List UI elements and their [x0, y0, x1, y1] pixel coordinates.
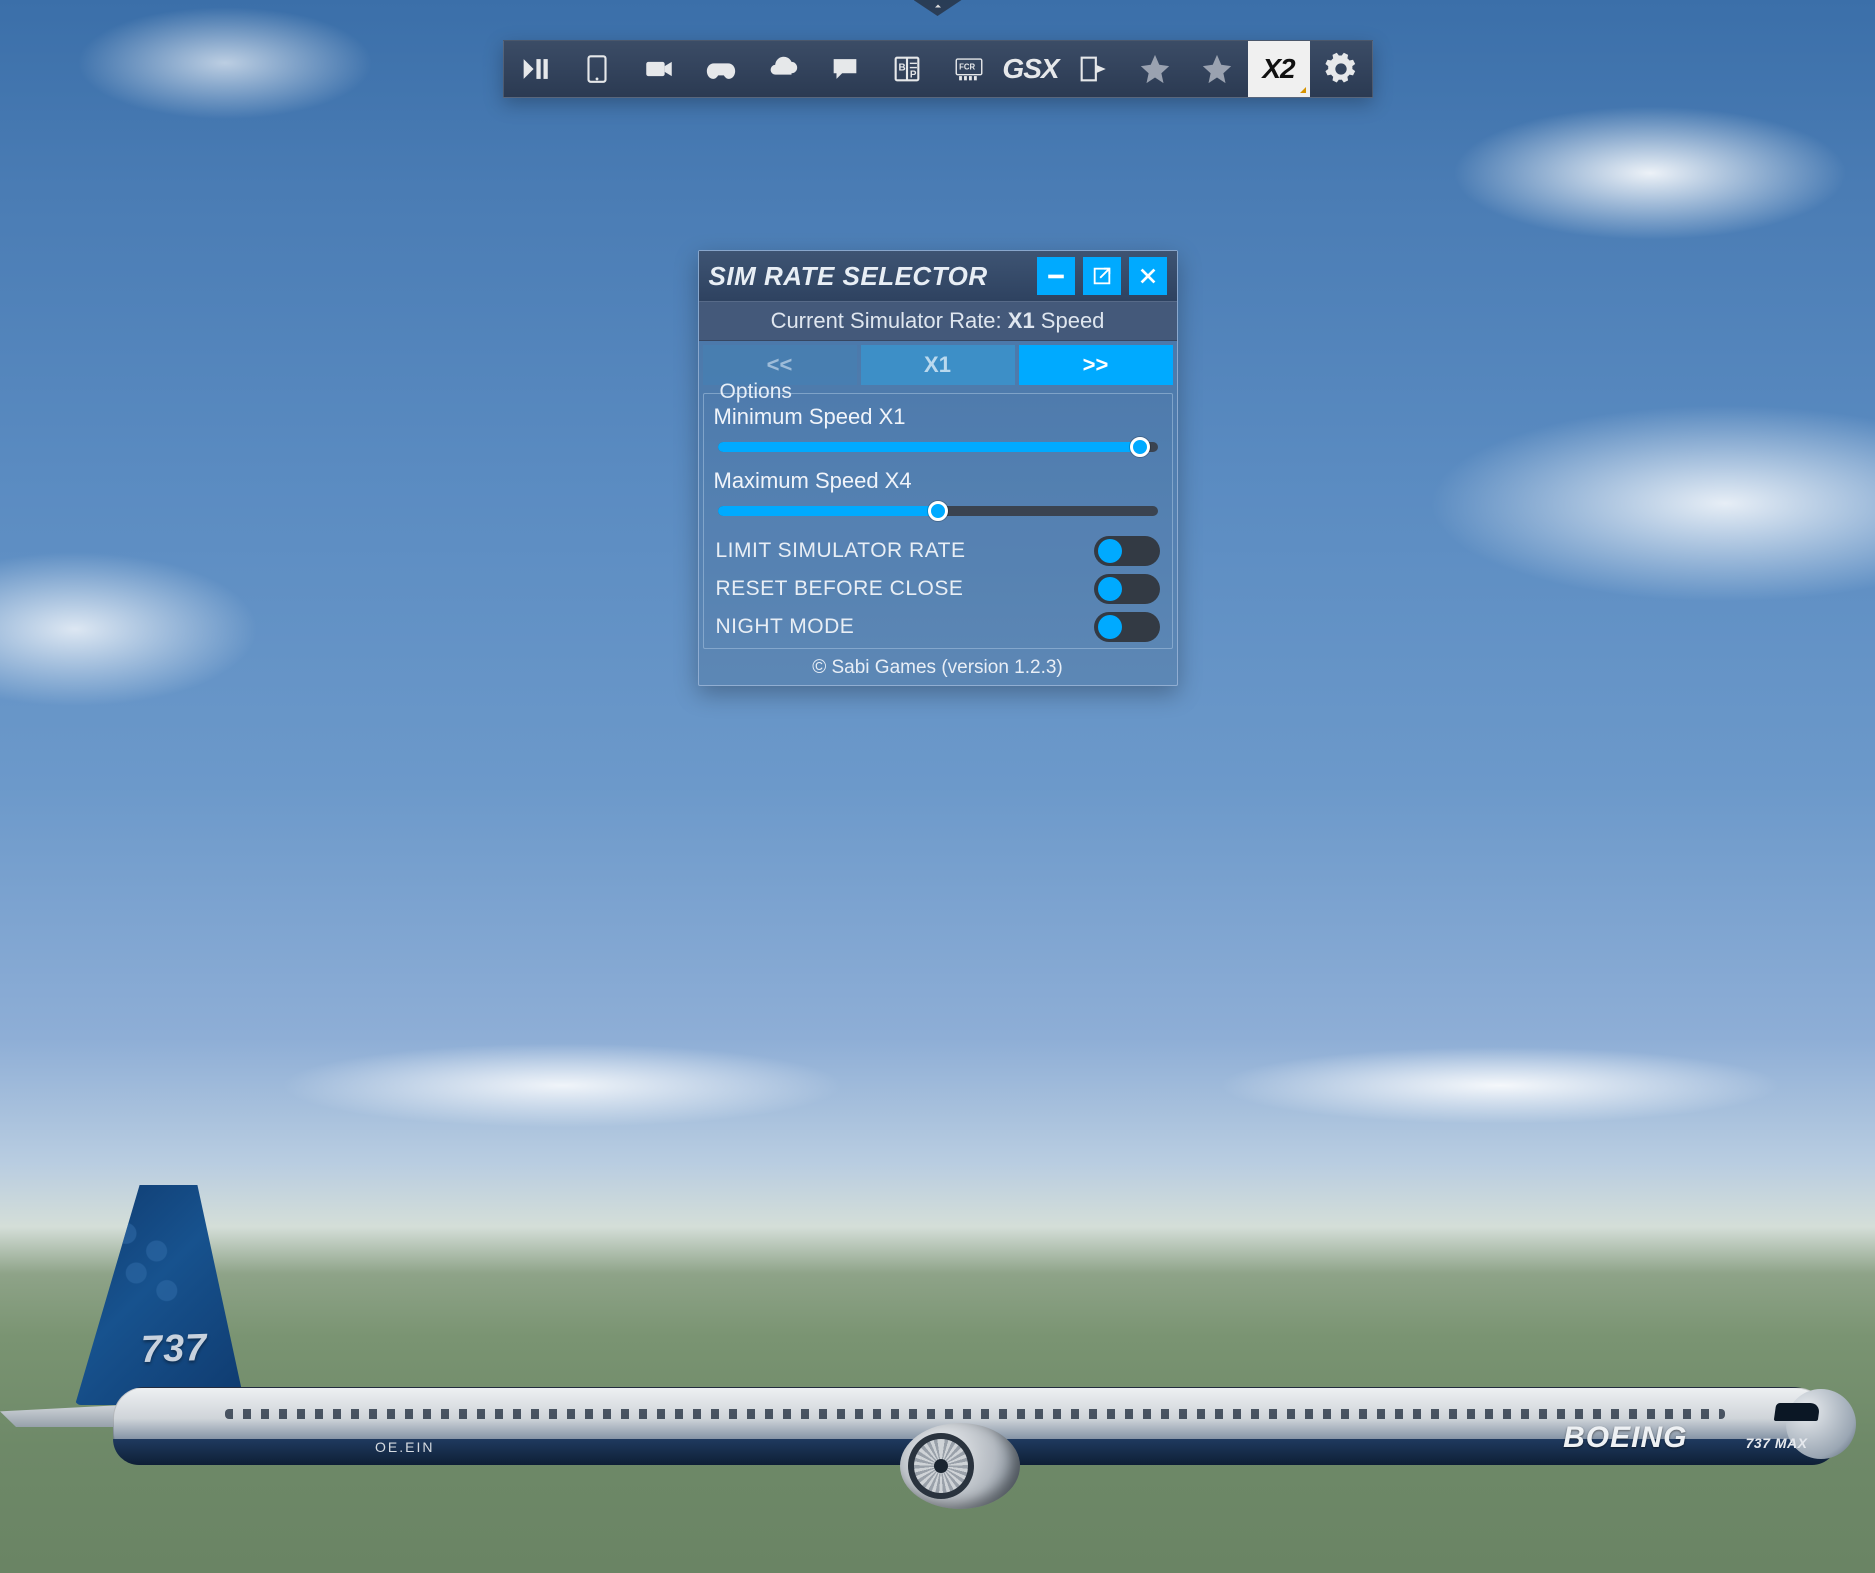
- atc-chat-button[interactable]: [814, 41, 876, 97]
- toggle-knob: [1098, 615, 1122, 639]
- slider-fill: [718, 506, 938, 516]
- tablet-button[interactable]: [566, 41, 628, 97]
- toggle-label: RESET BEFORE CLOSE: [716, 577, 964, 601]
- aircraft-cockpit-window: [1773, 1403, 1820, 1421]
- aircraft-engine: [900, 1423, 1020, 1509]
- toggle-knob: [1098, 577, 1122, 601]
- aircraft-registration: OE.EIN: [375, 1439, 434, 1455]
- engine-fan: [908, 1433, 974, 1499]
- minimize-button[interactable]: [1037, 257, 1075, 295]
- flight-plan-button[interactable]: [1062, 41, 1124, 97]
- aircraft-belly: [113, 1439, 1838, 1465]
- settings-button[interactable]: [1310, 41, 1372, 97]
- reset-before-close-toggle[interactable]: [1094, 574, 1160, 604]
- toolbar-expand-chevron[interactable]: [914, 0, 962, 16]
- panel-titlebar[interactable]: SIM RATE SELECTOR: [699, 251, 1177, 301]
- rate-reset-button[interactable]: X1: [861, 345, 1015, 385]
- toggle-row: LIMIT SIMULATOR RATE: [714, 532, 1162, 570]
- rate-slower-button[interactable]: <<: [703, 345, 857, 385]
- night-mode-toggle[interactable]: [1094, 612, 1160, 642]
- engine-cone: [934, 1459, 948, 1473]
- toggle-row: NIGHT MODE: [714, 608, 1162, 646]
- slider-thumb[interactable]: [1130, 437, 1150, 457]
- current-rate-prefix: Current Simulator Rate:: [771, 308, 1008, 333]
- min-speed-slider[interactable]: [718, 438, 1158, 456]
- toggle-label: LIMIT SIMULATOR RATE: [716, 539, 966, 563]
- favorite-2-button[interactable]: [1186, 41, 1248, 97]
- sim-rate-label: X2: [1262, 53, 1294, 85]
- max-speed-label: Maximum Speed X4: [714, 468, 1162, 494]
- sim-rate-panel: SIM RATE SELECTOR Current Simulator Rate…: [698, 250, 1178, 686]
- current-rate-suffix: Speed: [1035, 308, 1105, 333]
- max-speed-slider[interactable]: [718, 502, 1158, 520]
- svg-text:P: P: [909, 70, 916, 81]
- options-group: Options Minimum Speed X1 Maximum Speed X…: [703, 393, 1173, 649]
- in-game-toolbar: B P FCR GSX X2: [503, 40, 1373, 98]
- svg-text:B: B: [898, 62, 905, 73]
- limit-rate-toggle[interactable]: [1094, 536, 1160, 566]
- slider-thumb[interactable]: [928, 501, 948, 521]
- toggle-label: NIGHT MODE: [716, 615, 855, 639]
- rate-faster-button[interactable]: >>: [1019, 345, 1173, 385]
- aircraft-hstab: [0, 1401, 200, 1427]
- gsx-button[interactable]: GSX: [1000, 41, 1062, 97]
- briefing-button[interactable]: B P: [876, 41, 938, 97]
- min-speed-label: Minimum Speed X1: [714, 404, 1162, 430]
- aircraft-nose: [1786, 1389, 1856, 1459]
- gsx-label: GSX: [1002, 53, 1058, 85]
- close-button[interactable]: [1129, 257, 1167, 295]
- weather-button[interactable]: [752, 41, 814, 97]
- pause-play-button[interactable]: [504, 41, 566, 97]
- aircraft-tailfin: [75, 1185, 245, 1405]
- popout-button[interactable]: [1083, 257, 1121, 295]
- controls-button[interactable]: [690, 41, 752, 97]
- fcr-button[interactable]: FCR: [938, 41, 1000, 97]
- aircraft-fuselage: [113, 1387, 1838, 1465]
- current-rate-value: X1: [1008, 308, 1035, 333]
- sim-rate-button[interactable]: X2: [1248, 41, 1310, 97]
- aircraft-scene: 737 OE.EIN BOEING 737 MAX: [0, 1235, 1875, 1555]
- panel-title: SIM RATE SELECTOR: [709, 261, 1029, 292]
- aircraft-wing: [563, 1415, 903, 1445]
- svg-text:FCR: FCR: [959, 63, 975, 72]
- aircraft-tail-number: 737: [140, 1327, 208, 1372]
- favorite-1-button[interactable]: [1124, 41, 1186, 97]
- current-rate-readout: Current Simulator Rate: X1 Speed: [699, 301, 1177, 341]
- toggle-knob: [1098, 539, 1122, 563]
- aircraft-windows: [225, 1409, 1725, 1419]
- camera-button[interactable]: [628, 41, 690, 97]
- options-legend: Options: [714, 380, 798, 404]
- aircraft-model: 737 MAX: [1746, 1435, 1808, 1451]
- panel-footer: © Sabi Games (version 1.2.3): [699, 653, 1177, 685]
- toggle-row: RESET BEFORE CLOSE: [714, 570, 1162, 608]
- aircraft-brand: BOEING: [1563, 1421, 1687, 1455]
- slider-fill: [718, 442, 1140, 452]
